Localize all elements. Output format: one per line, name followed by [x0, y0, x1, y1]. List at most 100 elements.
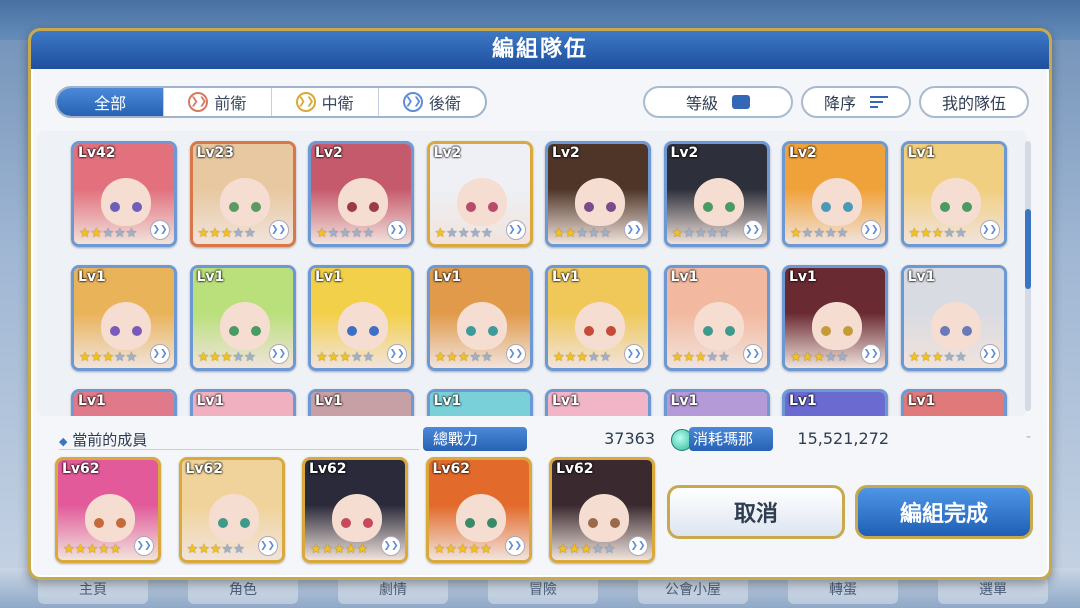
current-member-card[interactable]: Lv62 ★ ★ ★ ★ ★ ❯❯ — [178, 457, 285, 563]
star-icon: ★ — [434, 350, 447, 365]
bottom-nav-tab: 角色 — [188, 576, 298, 604]
cancel-button[interactable]: 取消 — [667, 485, 845, 539]
roster-character-card[interactable]: Lv1 ★ ★ ★ ★ ★ ❯❯ — [900, 265, 1007, 371]
roster-character-card[interactable]: Lv1 ★ ★ ★ ★ ★ ❯❯ — [426, 265, 533, 371]
position-chevron-icon: ❯❯ — [150, 344, 170, 364]
character-eye — [94, 518, 104, 528]
character-level: Lv2 — [789, 145, 817, 161]
character-eye — [606, 202, 616, 212]
star-icon: ★ — [445, 542, 457, 557]
roster-character-card[interactable]: Lv1 — [189, 389, 296, 416]
star-icon: ★ — [824, 350, 837, 365]
character-eye — [584, 202, 594, 212]
roster-character-card[interactable]: Lv1 — [663, 389, 770, 416]
character-eye — [584, 326, 594, 336]
roster-character-card[interactable]: Lv1 — [426, 389, 533, 416]
star-icon: ★ — [587, 350, 600, 365]
star-icon: ★ — [102, 226, 114, 241]
middle-position-icon: ❯❯ — [295, 92, 316, 112]
star-icon: ★ — [339, 350, 351, 365]
character-eye — [821, 326, 831, 336]
character-level: Lv1 — [789, 269, 817, 285]
roster-character-card[interactable]: Lv1 — [545, 389, 651, 416]
character-eye — [821, 202, 831, 212]
star-icon: ★ — [79, 226, 91, 241]
star-icon: ★ — [813, 350, 825, 365]
character-face — [455, 494, 506, 542]
character-eye — [724, 326, 735, 336]
character-eye — [110, 326, 120, 336]
character-level: Lv2 — [670, 145, 699, 161]
current-members-divider — [59, 449, 419, 450]
star-icon: ★ — [603, 542, 616, 557]
star-rating: ★ ★ ★ ★ ★ — [790, 227, 848, 240]
roster-character-card[interactable]: Lv1 ★ ★ ★ ★ ★ ❯❯ — [900, 141, 1007, 247]
confirm-formation-button[interactable]: 編組完成 — [855, 485, 1033, 539]
character-eye — [961, 202, 972, 212]
current-member-card[interactable]: Lv62 ★ ★ ★ ★ ★ ❯❯ — [549, 457, 655, 563]
roster-character-card[interactable]: Lv1 ★ ★ ★ ★ ★ ❯❯ — [782, 265, 888, 371]
tab-middle[interactable]: ❯❯ 中衛 — [272, 88, 379, 116]
sort-order-button[interactable]: 降序 — [801, 86, 911, 118]
position-chevron-icon: ❯❯ — [381, 536, 401, 556]
star-rating: ★ ★ ★ ★ ★ — [310, 543, 368, 556]
star-rating: ★ ★ ★ ★ ★ — [198, 351, 256, 364]
character-eye — [132, 326, 142, 336]
roster-character-card[interactable]: Lv1 ★ ★ ★ ★ ★ ❯❯ — [308, 265, 414, 371]
roster-character-card[interactable]: Lv1 — [308, 389, 414, 416]
roster-character-card[interactable]: Lv1 ★ ★ ★ ★ ★ ❯❯ — [663, 265, 770, 371]
roster-character-card[interactable]: Lv2 ★ ★ ★ ★ ★ ❯❯ — [308, 141, 414, 247]
star-icon: ★ — [553, 350, 565, 365]
star-icon: ★ — [599, 350, 612, 365]
current-member-card[interactable]: Lv62 ★ ★ ★ ★ ★ ❯❯ — [302, 457, 408, 563]
star-rating: ★ ★ ★ ★ ★ — [79, 227, 137, 240]
character-eye — [487, 326, 498, 336]
star-icon: ★ — [434, 226, 447, 241]
star-icon: ★ — [433, 542, 446, 557]
star-icon: ★ — [564, 226, 577, 241]
star-icon: ★ — [232, 350, 245, 365]
roster-character-card[interactable]: Lv2 ★ ★ ★ ★ ★ ❯❯ — [663, 141, 770, 247]
mana-cost-value: 15,521,272 — [797, 429, 889, 448]
character-level: Lv1 — [552, 393, 580, 409]
current-member-card[interactable]: Lv62 ★ ★ ★ ★ ★ ❯❯ — [55, 457, 161, 563]
roster-character-card[interactable]: Lv1 ★ ★ ★ ★ ★ ❯❯ — [545, 265, 651, 371]
tab-all[interactable]: 全部 — [57, 88, 165, 116]
character-level: Lv62 — [62, 461, 100, 477]
roster-character-card[interactable]: Lv1 — [71, 389, 177, 416]
roster-character-card[interactable]: Lv42 ★ ★ ★ ★ ★ ❯❯ — [71, 141, 177, 247]
star-icon: ★ — [197, 350, 210, 365]
star-icon: ★ — [801, 226, 814, 241]
character-eye — [702, 202, 713, 212]
current-members-label: ◆ 當前的成員 — [59, 431, 148, 449]
roster-scrollbar-thumb[interactable] — [1025, 209, 1031, 289]
character-face — [693, 178, 744, 226]
star-icon: ★ — [824, 226, 837, 241]
roster-character-card[interactable]: Lv2 ★ ★ ★ ★ ★ ❯❯ — [426, 141, 533, 247]
character-face — [338, 178, 388, 226]
current-member-card[interactable]: Lv62 ★ ★ ★ ★ ★ ❯❯ — [425, 457, 532, 563]
star-icon: ★ — [718, 350, 730, 365]
character-level: Lv62 — [309, 461, 347, 477]
roster-character-card[interactable]: Lv2 ★ ★ ★ ★ ★ ❯❯ — [782, 141, 888, 247]
character-face — [219, 178, 270, 226]
roster-character-card[interactable]: Lv1 ★ ★ ★ ★ ★ ❯❯ — [71, 265, 177, 371]
character-level: Lv23 — [196, 145, 235, 161]
star-icon: ★ — [836, 350, 849, 365]
tab-front[interactable]: ❯❯ 前衛 — [164, 88, 272, 116]
character-level: Lv1 — [196, 393, 225, 409]
character-face — [85, 494, 135, 542]
star-icon: ★ — [333, 542, 345, 557]
roster-character-card[interactable]: Lv2 ★ ★ ★ ★ ★ ❯❯ — [545, 141, 651, 247]
roster-character-card[interactable]: Lv1 — [900, 389, 1007, 416]
roster-character-card[interactable]: Lv1 ★ ★ ★ ★ ★ ❯❯ — [189, 265, 296, 371]
sort-level-button[interactable]: 等級 — [643, 86, 793, 118]
tab-back[interactable]: ❯❯ 後衛 — [379, 88, 485, 116]
roster-character-card[interactable]: Lv23 ★ ★ ★ ★ ★ ❯❯ — [189, 141, 296, 247]
dialog-title: 編組隊伍 — [491, 37, 588, 62]
roster-character-card[interactable]: Lv1 — [782, 389, 888, 416]
position-chevron-icon: ❯❯ — [505, 344, 526, 364]
my-team-button[interactable]: 我的隊伍 — [919, 86, 1029, 118]
star-icon: ★ — [790, 350, 802, 365]
star-rating: ★ ★ ★ ★ ★ — [553, 351, 611, 364]
